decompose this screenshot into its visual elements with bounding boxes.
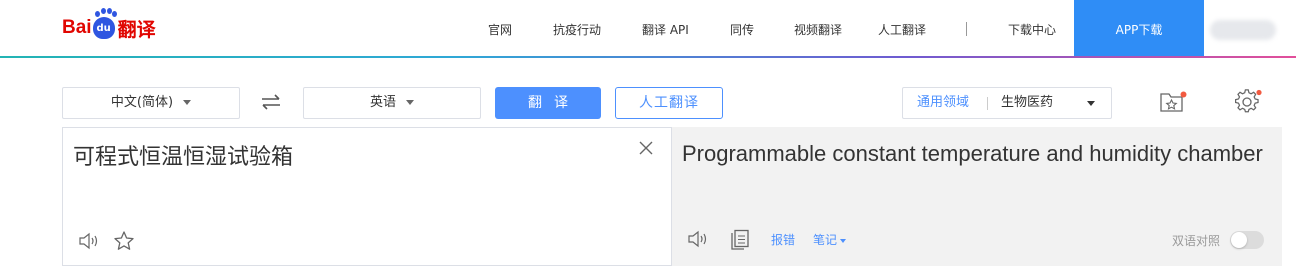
report-error-link[interactable]: 报错 [771,231,795,248]
translation-text: Programmable constant temperature and hu… [682,141,1263,166]
nav-item-simultaneous[interactable]: 同传 [730,0,754,56]
domain-divider [987,97,988,110]
human-translate-button[interactable]: 人工翻译 [615,87,723,119]
domain-select[interactable]: 通用领域 生物医药 [902,87,1112,119]
gear-icon[interactable] [1234,89,1262,115]
user-avatar[interactable] [1210,20,1276,40]
nav-item-translate-api[interactable]: 翻译 API [642,0,689,56]
nav-divider [966,22,967,36]
app-download-button[interactable]: APP下载 [1074,0,1204,56]
copy-icon[interactable] [730,229,750,251]
source-input-panel[interactable]: 可程式恒温恒湿试验箱 [62,127,672,266]
header-gradient-divider [0,56,1296,58]
nav-item-video-translate[interactable]: 视频翻译 [794,0,842,56]
nav-item-official-site[interactable]: 官网 [488,0,512,56]
baidu-translate-logo[interactable]: Bai du 翻译 [62,11,156,42]
logo-suffix: 翻译 [117,19,156,41]
source-language-label: 中文(简体) [110,95,174,110]
star-icon[interactable] [113,230,135,252]
speaker-icon[interactable] [687,229,709,249]
nav-item-human-translate[interactable]: 人工翻译 [878,0,926,56]
caret-down-icon [840,238,847,243]
swap-arrows-icon[interactable] [259,90,283,114]
close-icon[interactable] [639,141,653,155]
target-language-label: 英语 [369,95,396,110]
favorites-folder-icon[interactable] [1160,90,1188,114]
notes-dropdown[interactable]: 笔记 [813,231,847,248]
nav-item-download-center[interactable]: 下载中心 [1008,0,1056,56]
source-text[interactable]: 可程式恒温恒湿试验箱 [73,139,293,171]
translate-button[interactable]: 翻译 [495,87,601,119]
logo-prefix: Bai [62,17,92,38]
bilingual-label: 双语对照 [1172,234,1221,248]
toggle-knob [1231,232,1247,248]
chevron-down-icon [406,100,414,105]
notes-label: 笔记 [813,233,838,247]
top-header: Bai du 翻译 官网 抗疫行动 翻译 API 同传 视频翻译 人工翻译 下载… [0,0,1296,56]
translation-output-panel: Programmable constant temperature and hu… [672,127,1282,266]
caret-down-icon [1087,101,1095,106]
domain-value: 生物医药 [1001,95,1054,110]
chevron-down-icon [183,100,192,105]
nav-item-anti-epidemic[interactable]: 抗疫行动 [553,0,601,56]
bilingual-toggle[interactable] [1230,231,1264,249]
paw-icon: du [92,11,115,39]
source-language-select[interactable]: 中文(简体) [62,87,240,119]
speaker-icon[interactable] [78,231,100,251]
domain-label: 通用领域 [917,95,970,110]
target-language-select[interactable]: 英语 [303,87,481,119]
